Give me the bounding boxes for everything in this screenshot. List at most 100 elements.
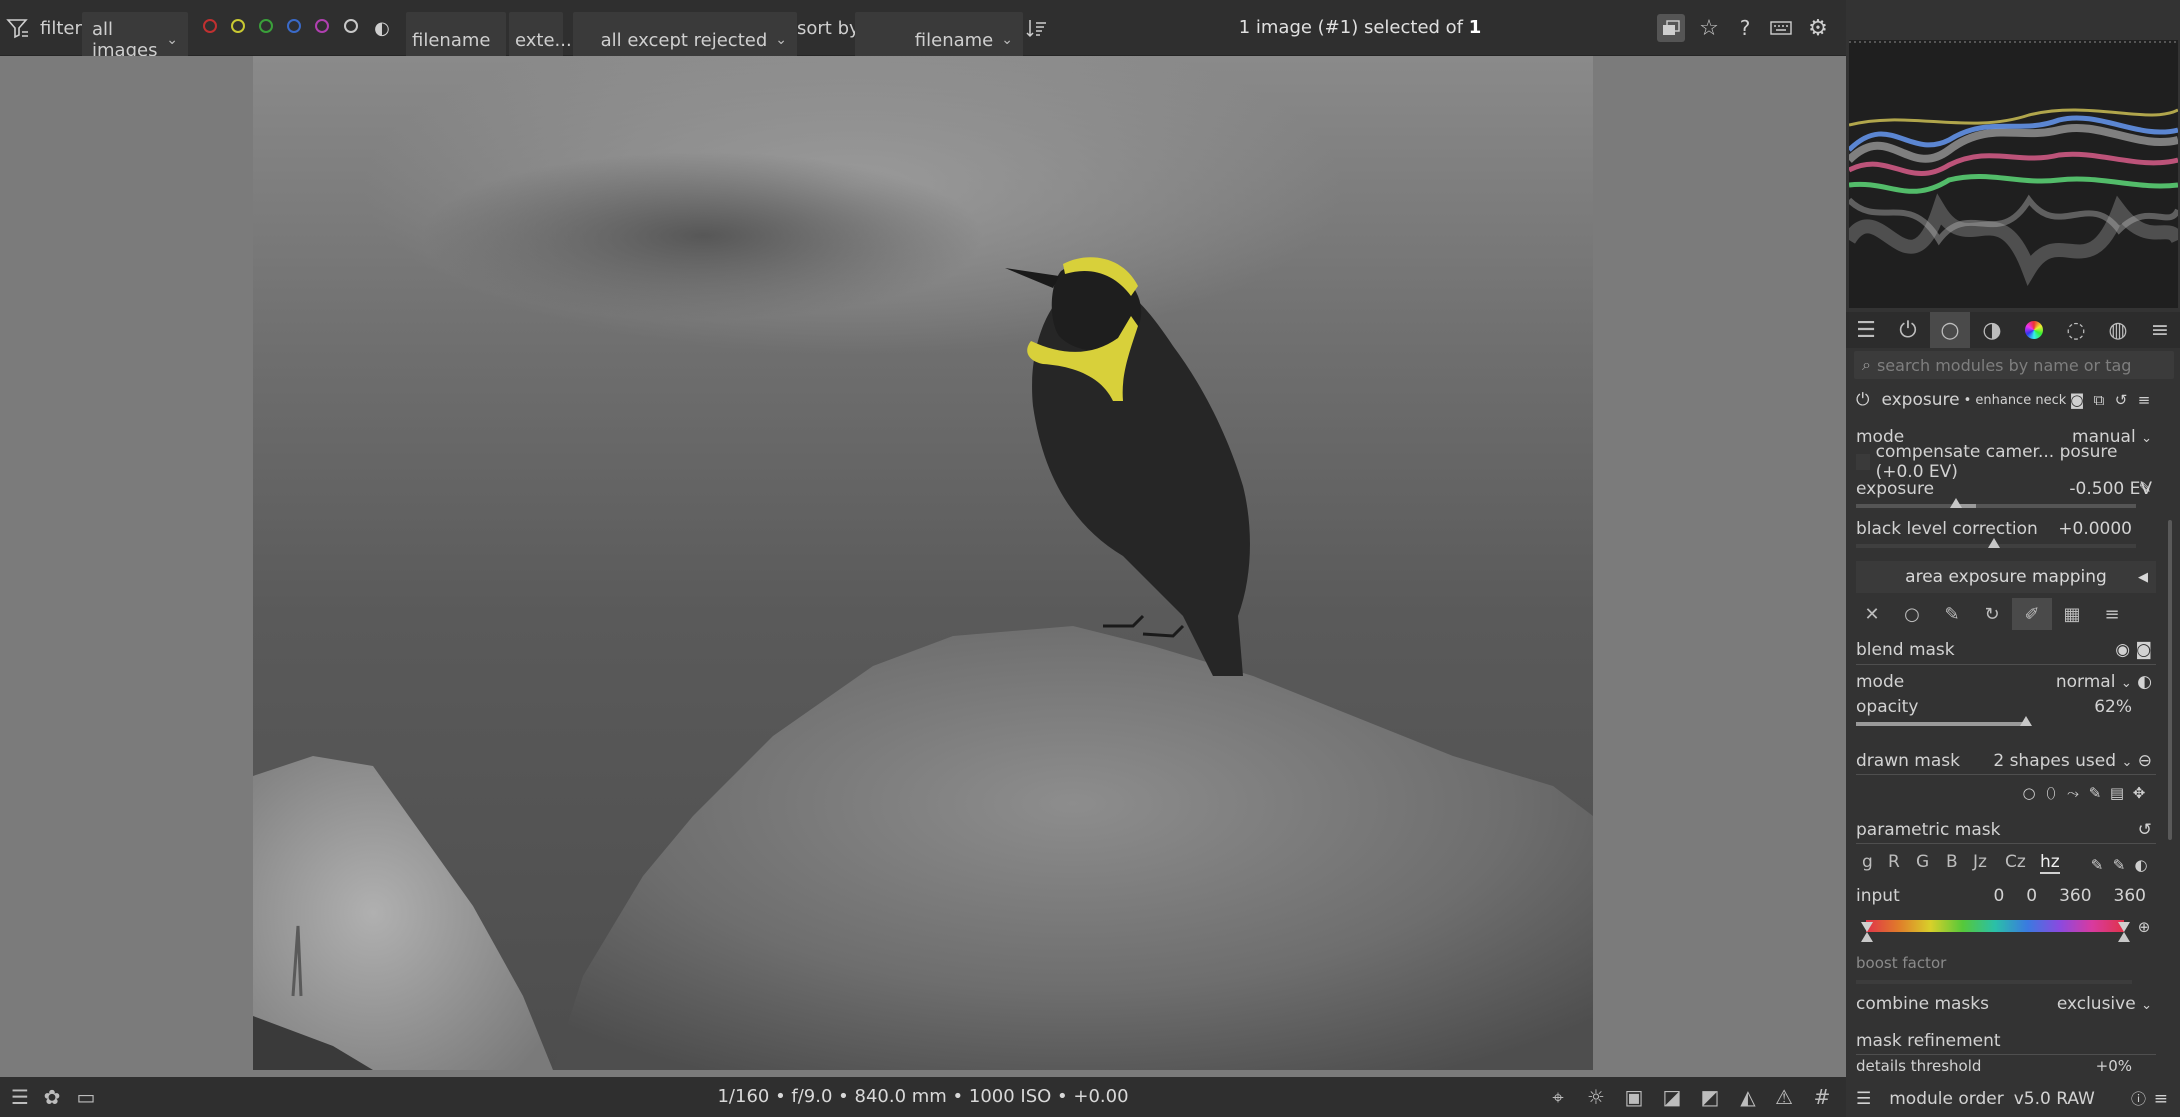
menu-icon[interactable]: ☰: [1856, 1089, 1871, 1109]
exposure-slider-handle[interactable]: [1950, 498, 1962, 508]
gradient-shape-icon[interactable]: ▤: [2108, 784, 2126, 802]
blend-mode-row[interactable]: mode normal ⌄ ◐: [1856, 670, 2152, 694]
help-icon[interactable]: ?: [1731, 14, 1759, 42]
reset-icon[interactable]: ↺: [2112, 391, 2130, 409]
lightbulb-icon[interactable]: ☼: [1582, 1083, 1610, 1111]
exposure-slider[interactable]: [1856, 504, 2136, 508]
invert-icon[interactable]: ◐: [2137, 672, 2152, 692]
input-handle-right-bottom[interactable]: [2118, 932, 2130, 942]
sort-order-icon[interactable]: [1023, 14, 1051, 42]
combine-masks-row[interactable]: combine masks exclusive ⌄: [1856, 992, 2152, 1016]
overlays-icon[interactable]: [1657, 14, 1685, 42]
filter-icon[interactable]: [4, 0, 32, 56]
star-icon[interactable]: ☆: [1695, 14, 1723, 42]
yellow-label-filter[interactable]: [231, 19, 245, 33]
invert-polarity-icon[interactable]: ◐: [2132, 856, 2150, 874]
mask-indicator-icon[interactable]: ◙: [2068, 391, 2086, 409]
boost-factor-row[interactable]: boost factor: [1856, 952, 2152, 974]
reset-icon[interactable]: ⓘ: [2131, 1088, 2146, 1109]
drawn-mask-icon[interactable]: ✎: [1932, 598, 1972, 630]
raw-overexposed-icon[interactable]: ◩: [1696, 1083, 1724, 1111]
boost-factor-slider[interactable]: [1856, 980, 2132, 984]
tone-modules-icon[interactable]: ◑: [1972, 312, 2012, 348]
drawn-mask-dropdown[interactable]: 2 shapes used ⌄ ⊖: [1993, 751, 2152, 771]
edit-shapes-icon[interactable]: ✥: [2130, 784, 2148, 802]
drawn-parametric-mask-icon[interactable]: ✐: [2012, 598, 2052, 630]
channel-tab-B[interactable]: B: [1946, 852, 1958, 872]
presets-icon[interactable]: ≡: [2154, 1089, 2168, 1109]
exposure-row[interactable]: exposure -0.500 EV: [1856, 477, 2152, 501]
circle-shape-icon[interactable]: ○: [2020, 784, 2038, 802]
red-label-filter[interactable]: [203, 19, 217, 33]
hue-gradient-bar[interactable]: [1866, 920, 2124, 932]
gamut-check-icon[interactable]: ⚠: [1770, 1083, 1798, 1111]
opacity-slider[interactable]: [1856, 722, 2026, 726]
area-exposure-mapping-button[interactable]: area exposure mapping ◀: [1856, 561, 2156, 593]
details-threshold-row[interactable]: details threshold +0%: [1856, 1058, 2132, 1074]
collection-value: all images: [92, 19, 158, 61]
blue-label-filter[interactable]: [287, 19, 301, 33]
uniform-mask-icon[interactable]: ○: [1892, 598, 1932, 630]
mask-display-icon[interactable]: ◙: [2136, 640, 2153, 660]
input-handle-left-top[interactable]: [1861, 922, 1873, 932]
picker-icon[interactable]: ✎: [2088, 856, 2106, 874]
opacity-row[interactable]: opacity 62%: [1856, 695, 2132, 719]
quick-access-icon[interactable]: ☰: [1846, 312, 1886, 348]
keyboard-icon[interactable]: [1767, 14, 1795, 42]
power-icon[interactable]: ⏻: [1856, 390, 1869, 410]
histogram-waveform[interactable]: [1849, 40, 2178, 308]
mask-presets-icon[interactable]: ≡: [2092, 598, 2132, 630]
multi-instance-icon[interactable]: ⧉: [2090, 391, 2108, 409]
path-shape-icon[interactable]: ⤳: [2064, 784, 2082, 802]
compensate-row[interactable]: compensate camer... posure (+0.0 EV): [1856, 442, 2156, 482]
brush-shape-icon[interactable]: ✎: [2086, 784, 2104, 802]
add-icon[interactable]: ⊕: [2135, 918, 2153, 936]
correct-modules-icon[interactable]: ◌: [2056, 312, 2096, 348]
black-level-slider-handle[interactable]: [1988, 538, 2000, 548]
effect-modules-icon[interactable]: ◍: [2098, 312, 2138, 348]
opacity-slider-handle[interactable]: [2020, 716, 2032, 726]
module-search-input[interactable]: ⌕ search modules by name or tag: [1854, 351, 2174, 379]
base-modules-icon[interactable]: ○: [1930, 312, 1970, 348]
area-exposure-label: area exposure mapping: [1905, 567, 2107, 587]
panel-scrollbar[interactable]: [2168, 520, 2172, 840]
presets-icon[interactable]: ≡: [2135, 391, 2153, 409]
polarity-icon[interactable]: ⊖: [2138, 751, 2152, 771]
raster-mask-icon[interactable]: ▦: [2052, 598, 2092, 630]
active-modules-icon[interactable]: ⏻: [1888, 312, 1928, 348]
combine-masks-dropdown[interactable]: exclusive ⌄: [2057, 994, 2152, 1014]
purple-label-filter[interactable]: [315, 19, 329, 33]
input-handle-left-bottom[interactable]: [1861, 932, 1873, 942]
channel-tab-G[interactable]: G: [1916, 852, 1929, 872]
color-assessment-icon[interactable]: ◪: [1658, 1083, 1686, 1111]
image-preview[interactable]: [253, 56, 1593, 1070]
picker-set-icon[interactable]: ✎: [2110, 856, 2128, 874]
drawn-mask-row[interactable]: drawn mask 2 shapes used ⌄ ⊖: [1856, 749, 2152, 773]
parametric-mask-icon[interactable]: ↻: [1972, 598, 2012, 630]
color-modules-icon[interactable]: [2014, 312, 2054, 348]
channel-tab-R[interactable]: R: [1888, 852, 1900, 872]
ellipse-shape-icon[interactable]: ⬯: [2042, 784, 2060, 802]
drawn-mask-label: drawn mask: [1856, 751, 1960, 771]
blend-mode-dropdown[interactable]: normal ⌄ ◐: [2056, 672, 2152, 692]
focus-peaking-icon[interactable]: ⌖: [1544, 1083, 1572, 1111]
no-mask-icon[interactable]: ✕: [1852, 598, 1892, 630]
gray-label-filter[interactable]: [344, 19, 358, 33]
guides-icon[interactable]: #: [1808, 1083, 1836, 1111]
channel-tab-hz[interactable]: hz: [2040, 852, 2060, 874]
label-operator-icon[interactable]: ◐: [367, 14, 397, 42]
input-handle-right-top[interactable]: [2118, 922, 2130, 932]
channel-tab-Cz[interactable]: Cz: [2005, 852, 2026, 872]
reset-icon[interactable]: ↺: [2138, 820, 2152, 840]
softproof-icon[interactable]: ◭: [1734, 1083, 1762, 1111]
color-picker-icon[interactable]: ✎: [2136, 479, 2154, 497]
eye-icon[interactable]: ◉: [2115, 640, 2130, 660]
presets-menu-icon[interactable]: ≡: [2140, 312, 2180, 348]
channel-tab-Jz[interactable]: Jz: [1973, 852, 1987, 872]
chevron-down-icon: ⌄: [2121, 755, 2133, 770]
display-profile-icon[interactable]: ▣: [1620, 1083, 1648, 1111]
gear-icon[interactable]: ⚙: [1804, 14, 1832, 42]
green-label-filter[interactable]: [259, 19, 273, 33]
channel-tab-g[interactable]: g: [1862, 852, 1873, 872]
compensate-checkbox[interactable]: [1856, 454, 1870, 470]
